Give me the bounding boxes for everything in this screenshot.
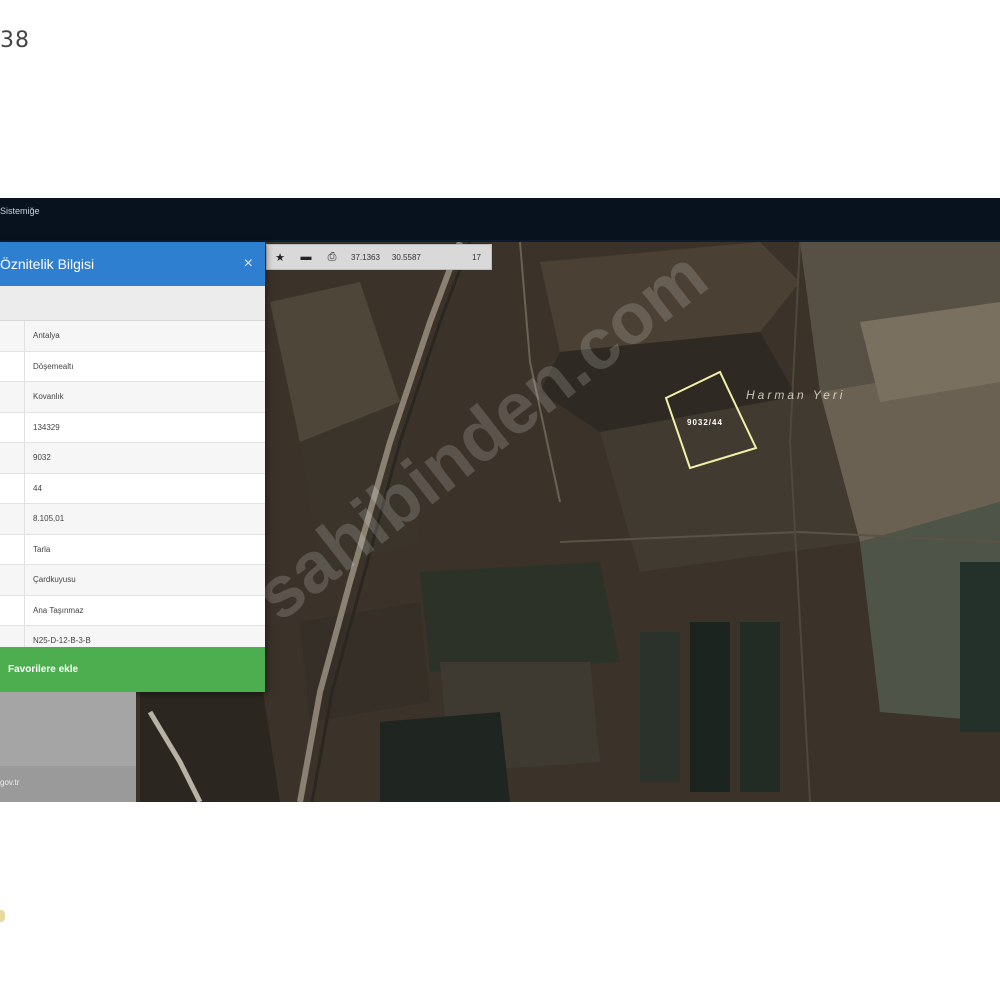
lower-panel-content bbox=[0, 692, 136, 766]
star-icon[interactable]: ★ bbox=[267, 245, 293, 269]
attribute-row: 8.105,01 bbox=[0, 504, 265, 535]
attribute-value: 134329 bbox=[33, 422, 60, 432]
app-window: Sistemiğe ★ ▬ ⎙ 37.1363 30.5587 17 Harma… bbox=[0, 198, 1000, 802]
corner-number: 38 bbox=[0, 28, 30, 53]
attribute-row: Kovanlık bbox=[0, 382, 265, 413]
map-toolbar: ★ ▬ ⎙ 37.1363 30.5587 17 bbox=[266, 244, 492, 270]
attribute-row: Ana Taşınmaz bbox=[0, 595, 265, 626]
minus-icon[interactable]: ▬ bbox=[293, 245, 319, 269]
attribute-value: Çardkuyusu bbox=[33, 575, 76, 585]
attribute-value: Döşemealtı bbox=[33, 361, 74, 371]
panel-title: Öznitelik Bilgisi bbox=[0, 256, 95, 272]
zoom-level: 17 bbox=[472, 252, 481, 262]
attribute-row: Antalya bbox=[0, 321, 265, 352]
coord-y: 30.5587 bbox=[391, 252, 421, 262]
attribute-value: Antalya bbox=[33, 331, 60, 341]
parcel-label: 9032/44 bbox=[687, 418, 723, 427]
add-favorite-button[interactable]: Favorilere ekle bbox=[0, 647, 265, 692]
attribute-value: Tarla bbox=[33, 544, 51, 554]
app-title: Sistemiğe bbox=[0, 206, 40, 216]
attribute-value: Kovanlık bbox=[33, 392, 64, 402]
attribute-row: Tarla bbox=[0, 534, 265, 565]
coord-x: 37.1363 bbox=[351, 252, 380, 262]
panel-header: Öznitelik Bilgisi × bbox=[0, 242, 265, 286]
attribute-row: 44 bbox=[0, 473, 265, 504]
attribute-list: Antalya Döşemealtı Kovanlık 134329 9032 … bbox=[0, 321, 265, 657]
attribute-value: Ana Taşınmaz bbox=[33, 605, 84, 615]
top-bar: Sistemiğe bbox=[0, 198, 1000, 242]
attribute-row: 9032 bbox=[0, 443, 265, 474]
close-icon[interactable]: × bbox=[244, 255, 253, 273]
attribute-panel: Öznitelik Bilgisi × Antalya Döşemealtı K… bbox=[0, 242, 265, 692]
attribute-value: 44 bbox=[33, 483, 42, 493]
place-label: Harman Yeri bbox=[746, 388, 846, 402]
corner-marker bbox=[0, 910, 5, 922]
print-icon[interactable]: ⎙ bbox=[319, 245, 345, 269]
attribute-row: Döşemealtı bbox=[0, 351, 265, 382]
attribute-value: 9032 bbox=[33, 453, 51, 463]
attribute-row: 134329 bbox=[0, 412, 265, 443]
attribute-value: 8.105,01 bbox=[33, 514, 65, 524]
footer-link[interactable]: gov.tr bbox=[0, 778, 19, 787]
panel-subheader bbox=[0, 286, 265, 321]
attribute-row: Çardkuyusu bbox=[0, 565, 265, 596]
lower-side-panel: gov.tr bbox=[0, 692, 136, 802]
